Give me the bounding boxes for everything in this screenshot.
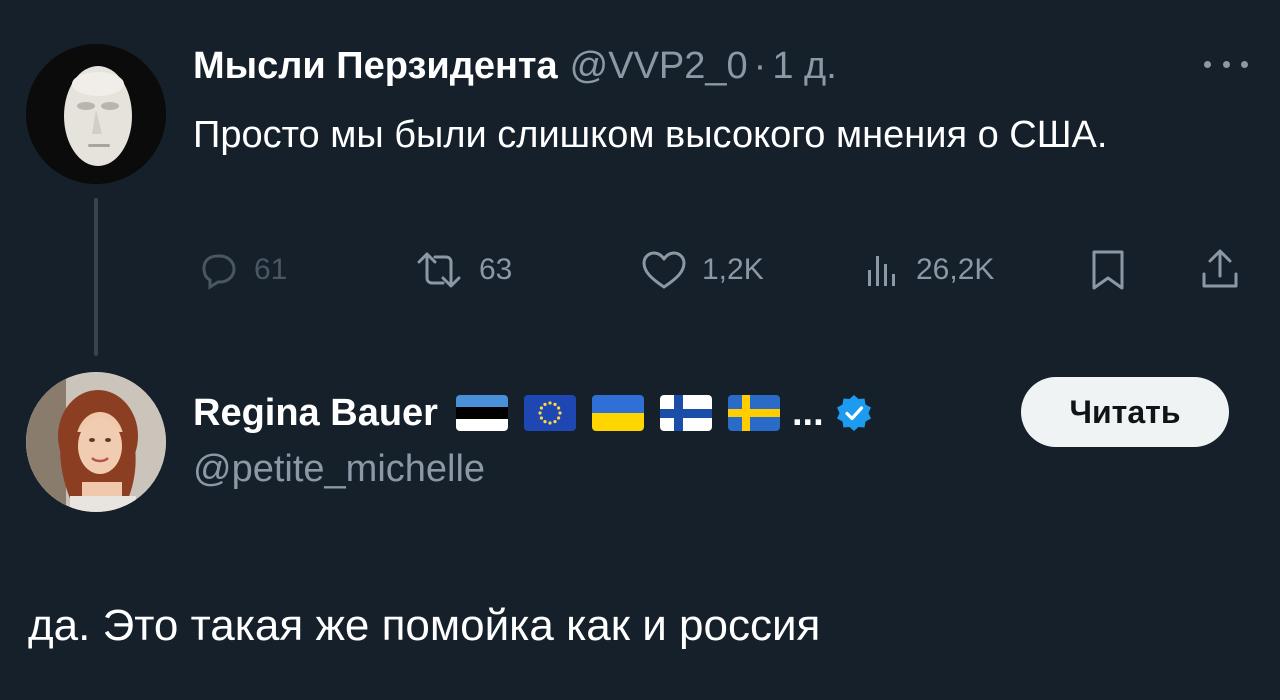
reply-count: 61 [254,253,288,286]
flag-emoji-row [455,395,796,431]
tweet-timestamp[interactable]: 1 д. [772,45,836,88]
name-truncation-ellipsis: ... [791,391,824,434]
eu-flag-icon [523,395,576,431]
verified-badge-icon [836,395,871,431]
share-icon [1202,249,1238,288]
reply-button[interactable]: 61 [196,248,287,292]
retweet-count: 63 [479,253,513,286]
separator-dot: · [753,44,767,87]
author-display-name[interactable]: Мысли Перзидента [193,45,558,88]
more-icon[interactable] [1204,52,1248,76]
retweet-icon [417,252,461,288]
like-icon [642,251,686,289]
bookmark-icon [1092,250,1124,290]
views-count: 26,2K [916,253,995,286]
tweet-actions-bar: 61 63 1,2K 26,2K [0,248,1280,292]
reply-author-handle[interactable]: @petite_michelle [193,448,485,491]
sweden-flag-icon [727,395,780,431]
tweet-text: Просто мы были слишком высокого мнения о… [193,114,1108,156]
woman-portrait-avatar-image [26,372,166,512]
estonia-flag-icon [455,395,508,431]
avatar-vvp[interactable] [26,44,166,184]
finland-flag-icon [659,395,712,431]
like-button[interactable]: 1,2K [640,248,764,292]
avatar-regina-bauer[interactable] [26,372,166,512]
follow-button[interactable]: Читать [1021,377,1229,447]
share-button[interactable] [1198,248,1242,292]
author-handle[interactable]: @VVP2_0 [570,45,748,88]
tweet-header: Мысли Перзидента @VVP2_0 · 1 д. [193,44,837,88]
bookmark-button[interactable] [1088,248,1128,292]
reply-text: да. Это такая же помойка как и россия [28,601,821,650]
tweet-screenshot: Мысли Перзидента @VVP2_0 · 1 д. Просто м… [0,0,1280,700]
views-icon [868,256,895,286]
reply-icon [202,254,236,290]
views-button[interactable]: 26,2K [862,248,994,292]
ukraine-flag-icon [591,395,644,431]
like-count: 1,2K [702,253,764,286]
reply-author-header: Regina Bauer ... [193,388,874,438]
retweet-button[interactable]: 63 [413,248,512,292]
death-mask-avatar-image [26,44,166,184]
reply-author-display-name[interactable]: Regina Bauer [193,392,438,435]
